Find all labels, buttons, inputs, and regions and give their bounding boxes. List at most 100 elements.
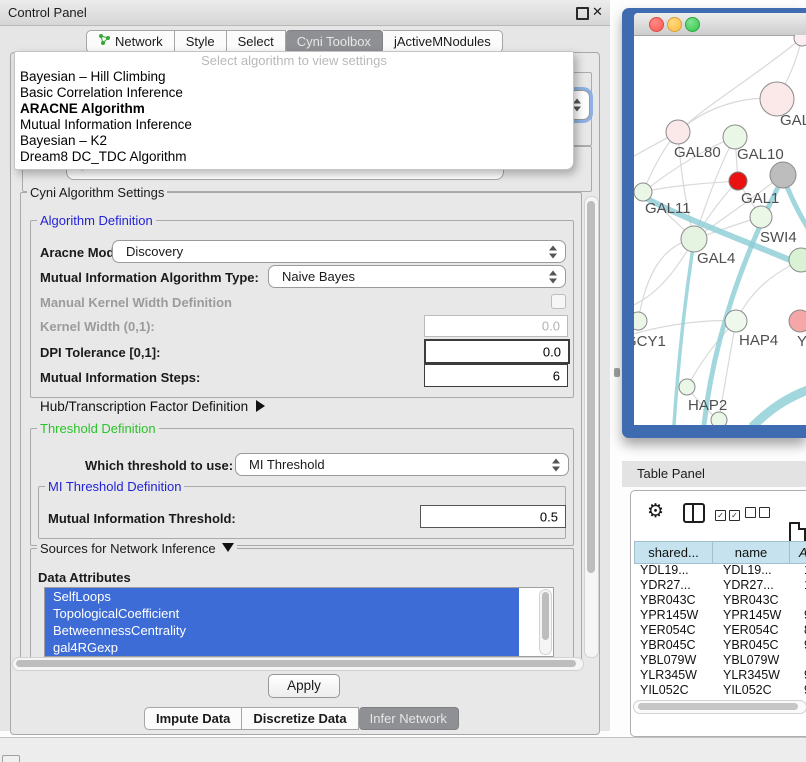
tab-label: Cyni Toolbox: [297, 31, 371, 52]
cell[interactable]: YBL079W: [634, 653, 719, 668]
table-row[interactable]: YLR345WYLR345W9.: [634, 668, 806, 683]
table-row[interactable]: YBR045CYBR045C9.: [634, 638, 806, 653]
column-header-third[interactable]: A: [789, 541, 806, 564]
cell[interactable]: YPR145W: [719, 608, 800, 623]
select-all-columns-icon[interactable]: ✓✓: [715, 506, 743, 521]
dropdown-item[interactable]: Bayesian – Hill Climbing: [15, 69, 573, 85]
cell[interactable]: YDL19...: [719, 563, 800, 578]
cell[interactable]: 8.: [800, 623, 806, 638]
cell[interactable]: YLR345W: [719, 668, 800, 683]
network-view-inner: GAL GAL80 GAL10 GAL11 GAL1 SWI4 GAL4 GCY…: [634, 13, 806, 425]
mi-threshold-input[interactable]: 0.5: [420, 505, 566, 528]
mi-steps-input[interactable]: 6: [424, 364, 568, 387]
kernel-width-input[interactable]: 0.0: [424, 315, 568, 337]
attribute-item[interactable]: TopologicalCoefficient: [45, 605, 519, 622]
cell[interactable]: YER054C: [719, 623, 800, 638]
table-hscroll-thumb[interactable]: [638, 703, 798, 710]
mac-zoom-icon[interactable]: [685, 17, 700, 32]
hub-definition-expander[interactable]: Hub/Transcription Factor Definition: [40, 399, 265, 414]
dropdown-item[interactable]: Mutual Information Inference: [15, 117, 573, 133]
cell[interactable]: YBR045C: [634, 638, 719, 653]
cell[interactable]: [800, 653, 806, 668]
attribute-item[interactable]: SelfLoops: [45, 588, 519, 605]
tab-infer-network[interactable]: Infer Network: [359, 707, 459, 730]
table-row[interactable]: YER054CYER054C8.: [634, 623, 806, 638]
node-label: GAL4: [697, 250, 735, 267]
list-scrollbar[interactable]: [539, 589, 552, 655]
tab-discretize-data[interactable]: Discretize Data: [242, 707, 358, 730]
dropdown-item-selected[interactable]: ARACNE Algorithm: [15, 101, 573, 117]
column-header-name[interactable]: name: [712, 541, 790, 564]
cell[interactable]: 9.: [800, 668, 806, 683]
table-row[interactable]: YIL052CYIL052C9: [634, 683, 806, 698]
tab-label: Impute Data: [156, 708, 230, 729]
table-row[interactable]: YBL079WYBL079W: [634, 653, 806, 668]
settings-hscroll-thumb[interactable]: [16, 660, 576, 667]
cell[interactable]: YLR345W: [634, 668, 719, 683]
tab-select[interactable]: Select: [227, 30, 286, 53]
dropdown-item[interactable]: Bayesian – K2: [15, 133, 573, 149]
cell[interactable]: YPR145W: [634, 608, 719, 623]
tab-jactivemnodules[interactable]: jActiveMNodules: [383, 30, 503, 53]
aracne-mode-combobox[interactable]: Discovery: [112, 240, 566, 263]
cell[interactable]: YBL079W: [719, 653, 800, 668]
network-window-titlebar[interactable]: [634, 13, 806, 36]
split-columns-icon[interactable]: [683, 503, 705, 523]
cell[interactable]: YDR27...: [634, 578, 719, 593]
list-scrollbar-thumb[interactable]: [542, 592, 549, 640]
new-table-icon[interactable]: [789, 522, 806, 543]
settings-horizontal-scrollbar[interactable]: [12, 657, 584, 671]
cell[interactable]: YIL052C: [634, 683, 719, 698]
table-panel-titlebar[interactable]: Table Panel: [622, 461, 806, 487]
panel-divider-handle[interactable]: [614, 368, 620, 377]
dpi-tolerance-input[interactable]: 0.0: [424, 339, 570, 364]
network-view-window[interactable]: GAL GAL80 GAL10 GAL11 GAL1 SWI4 GAL4 GCY…: [622, 8, 806, 438]
mac-minimize-icon[interactable]: [667, 17, 682, 32]
sources-group-title[interactable]: Sources for Network Inference: [37, 541, 237, 556]
which-threshold-combobox[interactable]: MI Threshold: [235, 453, 569, 476]
cell[interactable]: YBR043C: [634, 593, 719, 608]
attribute-item[interactable]: BetweennessCentrality: [45, 622, 519, 639]
cell[interactable]: YDL19...: [634, 563, 719, 578]
table-row[interactable]: YDR27...YDR27...12: [634, 578, 806, 593]
gear-icon[interactable]: ⚙: [647, 500, 664, 523]
dropdown-item[interactable]: Dream8 DC_TDC Algorithm: [15, 149, 573, 165]
cell[interactable]: [800, 593, 806, 608]
cell[interactable]: YDR27...: [719, 578, 800, 593]
tab-cyni-toolbox[interactable]: Cyni Toolbox: [286, 30, 383, 53]
cell[interactable]: YIL052C: [719, 683, 800, 698]
close-icon[interactable]: ✕: [592, 4, 603, 20]
mi-threshold-group-title: MI Threshold Definition: [45, 479, 184, 494]
mi-type-combobox[interactable]: Naive Bayes: [268, 265, 566, 288]
control-panel-titlebar[interactable]: Control Panel ✕: [0, 0, 610, 26]
table-horizontal-scrollbar[interactable]: [633, 700, 806, 714]
node-label: GAL80: [674, 144, 721, 161]
manual-kernel-checkbox[interactable]: [551, 294, 566, 309]
cell[interactable]: 12: [800, 578, 806, 593]
deselect-all-columns-icon[interactable]: [745, 506, 773, 521]
column-header-shared-name[interactable]: shared...: [634, 541, 713, 564]
mac-close-icon[interactable]: [649, 17, 664, 32]
cell[interactable]: 9: [800, 683, 806, 698]
cell[interactable]: YBR045C: [719, 638, 800, 653]
network-canvas[interactable]: GAL GAL80 GAL10 GAL11 GAL1 SWI4 GAL4 GCY…: [634, 35, 806, 425]
table-row[interactable]: YBR043CYBR043C: [634, 593, 806, 608]
apply-button[interactable]: Apply: [268, 674, 340, 698]
tab-network[interactable]: Network: [86, 30, 175, 53]
cell[interactable]: 9.: [800, 638, 806, 653]
float-window-icon[interactable]: [576, 7, 589, 20]
cell[interactable]: 9.: [800, 608, 806, 623]
control-panel-title: Control Panel: [8, 5, 87, 20]
cell[interactable]: YER054C: [634, 623, 719, 638]
table-row[interactable]: YDL19...YDL19...13: [634, 563, 806, 578]
table-row[interactable]: YPR145WYPR145W9.: [634, 608, 806, 623]
attribute-item[interactable]: gal4RGexp: [45, 639, 519, 656]
settings-vertical-scrollbar[interactable]: [584, 196, 599, 658]
tab-impute-data[interactable]: Impute Data: [144, 707, 242, 730]
cell[interactable]: YBR043C: [719, 593, 800, 608]
dropdown-item[interactable]: Basic Correlation Inference: [15, 85, 573, 101]
tab-style[interactable]: Style: [175, 30, 227, 53]
cell[interactable]: 13: [800, 563, 806, 578]
minimized-panel-icon[interactable]: [2, 755, 20, 762]
settings-vscroll-thumb[interactable]: [587, 201, 595, 573]
